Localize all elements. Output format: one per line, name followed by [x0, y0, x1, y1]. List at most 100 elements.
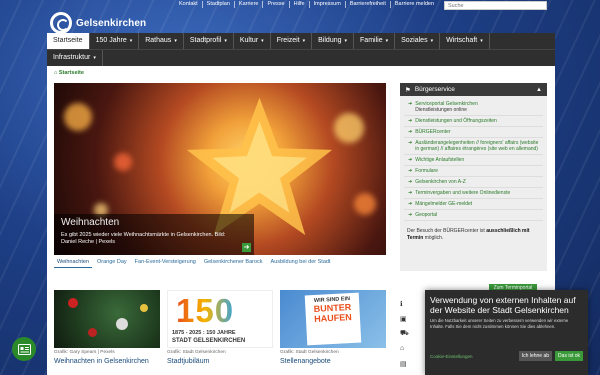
site-logo[interactable]: Gelsenkirchen	[50, 12, 146, 34]
ornament-icon	[140, 304, 148, 312]
toplink-impressum[interactable]: Impressum	[310, 1, 346, 8]
note-text: möglich.	[423, 234, 444, 241]
nav-stadtprofil[interactable]: Stadtprofil ▾	[184, 33, 234, 49]
panel-link[interactable]: ➜ Wichtige Anlaufstellen	[404, 155, 543, 166]
panel-header[interactable]: ⚑ Bürgerservice ▲	[400, 83, 547, 96]
chevron-down-icon: ▾	[129, 38, 133, 44]
nav-label: Bildung	[318, 37, 342, 44]
nav-label: Familie	[360, 37, 383, 44]
toplink-karriere[interactable]: Karriere	[235, 1, 264, 8]
jubilee-city: STADT GELSENKIRCHEN	[172, 338, 246, 344]
panel-link[interactable]: ➜ Formulare	[404, 166, 543, 177]
arrow-right-icon: ➜	[408, 118, 413, 124]
sign-line-3: HAUFEN	[313, 312, 352, 324]
main-navigation: Startseite 150 Jahre ▾ Rathaus ▾ Stadtprof…	[47, 33, 555, 66]
tab-barock[interactable]: Gelsenkirchener Barock	[201, 257, 266, 268]
search-input[interactable]	[444, 1, 547, 10]
nav-label: Kultur	[239, 37, 259, 44]
arrow-right-icon: ➜	[408, 179, 413, 185]
toplink-barrierefreiheit[interactable]: Barrierefreiheit	[346, 1, 391, 8]
arrow-right-icon: ➜	[408, 190, 413, 196]
link-label: BÜRGERcenter	[415, 129, 451, 135]
chat-button[interactable]	[12, 337, 36, 361]
nav-freizeit[interactable]: Freizeit ▾	[271, 33, 313, 49]
card-stadtjubilaeum[interactable]: 150 1875 - 2025 : 150 JAHRE STADT GELSEN…	[167, 290, 273, 375]
cookie-actions: Cookie-Einstellungen Ich lehne ab Das is…	[430, 351, 583, 361]
nav-150-jahre[interactable]: 150 Jahre ▾	[90, 33, 140, 49]
panel-link[interactable]: ➜ Gelsenkirchen von A-Z	[404, 177, 543, 188]
quicklink-icons: ℹ ▣ ⛟ ⌂ ▤	[400, 296, 424, 371]
card-image	[54, 290, 160, 348]
panel-link[interactable]: ➜ Geoportal	[404, 210, 543, 221]
tab-ausbildung[interactable]: Ausbildung bei der Stadt	[268, 257, 334, 268]
nav-label: Infrastruktur	[53, 53, 91, 61]
teaser-cards: Grafik: Gary Spears | Pexels Weihnachten…	[54, 290, 386, 375]
breadcrumb[interactable]: ⌂ Startseite	[54, 70, 84, 76]
link-label: Ausländerangelegenheiten // foreigners' …	[415, 140, 539, 152]
bokeh-light	[64, 103, 92, 131]
arrow-right-icon[interactable]: ➜	[242, 243, 251, 252]
accept-button[interactable]: Das ist ok	[555, 351, 583, 361]
hero-title: Weihnachten	[61, 217, 120, 228]
nav-rathaus[interactable]: Rathaus ▾	[139, 33, 184, 49]
arrow-right-icon: ➜	[408, 168, 413, 174]
panel-link[interactable]: ➜ Dienstleistungen und Öffnungszeiten	[404, 116, 543, 127]
tab-orange-day[interactable]: Orange Day	[94, 257, 130, 268]
card-stellenangebote[interactable]: WIR SIND EIN BUNTER HAUFEN Grafik: Stadt…	[280, 290, 386, 375]
chevron-down-icon: ▾	[174, 38, 177, 44]
logo-mark-icon	[50, 12, 72, 34]
info-icon[interactable]: ℹ	[400, 296, 424, 311]
link-label: Mängelmelder GE-meldet	[415, 201, 473, 207]
card-meta: Grafik: Stadt Gelsenkirchen	[280, 350, 339, 355]
chevron-down-icon: ▾	[430, 38, 434, 44]
panel-link[interactable]: ➜ Terminvergaben und weitere Onlinedienst…	[404, 188, 543, 199]
nav-startseite[interactable]: Startseite	[47, 33, 90, 49]
link-sub: Dienstleistungen online	[415, 107, 467, 113]
building-icon[interactable]: ⌂	[400, 341, 424, 356]
link-label: Wichtige Anlaufstellen	[415, 157, 465, 163]
bokeh-light	[114, 153, 132, 171]
hero-slider[interactable]: Weihnachten Es gibt 2025 wieder viele We…	[54, 83, 386, 255]
bus-icon[interactable]: ▣	[400, 311, 424, 326]
nav-familie[interactable]: Familie ▾	[354, 33, 396, 49]
link-label: Formulare	[415, 168, 438, 174]
panel-link[interactable]: ➜ Ausländerangelegenheiten // foreigners'…	[404, 138, 543, 155]
link-label: Geoportal	[415, 212, 438, 218]
toplink-barriere-melden[interactable]: Barriere melden	[391, 1, 438, 8]
nav-label: Rathaus	[145, 37, 172, 44]
ornament-icon	[88, 328, 97, 337]
card-image: 150 1875 - 2025 : 150 JAHRE STADT GELSEN…	[167, 290, 273, 348]
nav-infrastruktur[interactable]: Infrastruktur ▾	[47, 49, 103, 66]
arrow-right-icon: ➜	[408, 201, 413, 207]
sign-board: WIR SIND EIN BUNTER HAUFEN	[304, 292, 362, 346]
arrow-right-icon: ➜	[408, 212, 413, 218]
chevron-down-icon: ▾	[480, 38, 483, 44]
cookie-settings-link[interactable]: Cookie-Einstellungen	[430, 354, 516, 359]
chevron-up-icon: ▲	[536, 86, 542, 93]
toplink-kontakt[interactable]: Kontakt	[175, 1, 203, 8]
chevron-down-icon: ▾	[261, 38, 264, 44]
nav-label: 150 Jahre	[95, 37, 127, 44]
card-weihnachten[interactable]: Grafik: Gary Spears | Pexels Weihnachten…	[54, 290, 160, 375]
tab-fan-event[interactable]: Fan-Event-Versteigerung	[132, 257, 199, 268]
nav-label: Soziales	[401, 37, 428, 44]
tab-weihnachten[interactable]: Weihnachten	[54, 257, 93, 268]
ornament-icon	[116, 318, 128, 330]
toplink-presse[interactable]: Presse	[263, 1, 290, 8]
deny-button[interactable]: Ich lehne ab	[518, 351, 553, 361]
nav-soziales[interactable]: Soziales ▾	[395, 33, 441, 49]
nav-kultur[interactable]: Kultur ▾	[234, 33, 271, 49]
panel-link[interactable]: ➜ Mängelmelder GE-meldet	[404, 199, 543, 210]
panel-link[interactable]: ➜ BÜRGERcenter	[404, 127, 543, 138]
trash-icon[interactable]: ▤	[400, 356, 424, 371]
nav-label: Startseite	[53, 37, 83, 44]
toplink-hilfe[interactable]: Hilfe	[290, 1, 310, 8]
nav-wirtschaft[interactable]: Wirtschaft ▾	[440, 33, 490, 49]
panel-note: Der Besuch der BÜRGERcenter ist ausschli…	[400, 224, 547, 245]
nav-bildung[interactable]: Bildung ▾	[312, 33, 355, 49]
car-icon[interactable]: ⛟	[400, 326, 424, 341]
nav-label: Wirtschaft	[446, 37, 478, 44]
toplink-stadtplan[interactable]: Stadtplan	[203, 1, 235, 8]
panel-link[interactable]: ➜ Serviceportal Gelsenkirchen Dienstleistu…	[404, 99, 543, 116]
card-title: Stellenangebote	[280, 358, 331, 365]
